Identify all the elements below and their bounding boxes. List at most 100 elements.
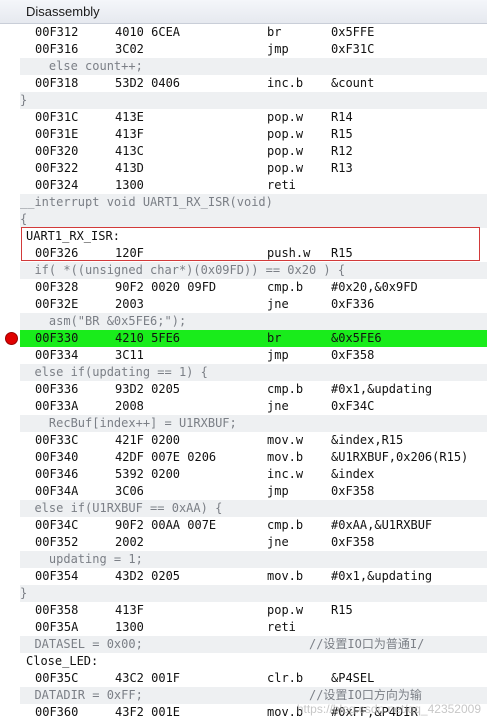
opcode-cell: 2003 <box>115 297 144 311</box>
asm-row[interactable]: 00F35C 43C2 001F clr.b &P4SEL <box>20 670 487 687</box>
opcode-cell: 4210 5FE6 <box>115 331 181 345</box>
mnemonic-cell: pop.w <box>267 144 304 158</box>
asm-row[interactable]: 00F316 3C02 jmp 0xF31C <box>20 41 487 58</box>
source-line-row[interactable]: else if(U1RXBUF == 0xAA) { <box>20 500 487 517</box>
operand-cell: R15 <box>331 603 353 617</box>
opcode-cell: 2002 <box>115 535 144 549</box>
operand-cell: #0x20,&0x9FD <box>331 280 418 294</box>
asm-row[interactable]: 00F322 413D pop.w R13 <box>20 160 487 177</box>
asm-row[interactable]: 00F320 413C pop.w R12 <box>20 143 487 160</box>
mnemonic-cell: reti <box>267 178 296 192</box>
asm-row[interactable]: 00F340 42DF 007E 0206 mov.b &U1RXBUF,0x206(… <box>20 449 487 466</box>
asm-row[interactable]: 00F31C 413E pop.w R14 <box>20 109 487 126</box>
operand-cell: R15 <box>331 127 353 141</box>
current-instruction-row[interactable]: 00F330 4210 5FE6 br &0x5FE6 <box>20 330 487 347</box>
asm-row[interactable]: 00F358 413F pop.w R15 <box>20 602 487 619</box>
mnemonic-cell: clr.b <box>267 671 304 685</box>
address-cell: 00F320 <box>35 144 79 158</box>
asm-row[interactable]: 00F318 53D2 0406 inc.b &count <box>20 75 487 92</box>
operand-cell: &index,R15 <box>331 433 404 447</box>
source-line-row[interactable]: } <box>20 585 487 602</box>
mnemonic-cell: pop.w <box>267 161 304 175</box>
label-row[interactable]: Close_LED: <box>20 653 487 670</box>
asm-row[interactable]: 00F346 5392 0200 inc.w &index <box>20 466 487 483</box>
address-cell: 00F360 <box>35 705 79 719</box>
source-text: } <box>20 586 28 600</box>
breakpoint-icon[interactable] <box>5 332 18 345</box>
mnemonic-cell: pop.w <box>267 603 304 617</box>
source-line-row[interactable]: if( *((unsigned char*)(0x09FD)) == 0x20 … <box>20 262 487 279</box>
asm-row[interactable]: 00F32E 2003 jne 0xF336 <box>20 296 487 313</box>
asm-row[interactable]: 00F35A 1300 reti <box>20 619 487 636</box>
source-text: DATASEL = 0x00; //设置IO口为普通I/ <box>20 637 425 651</box>
address-cell: 00F316 <box>35 42 79 56</box>
address-cell: 00F33C <box>35 433 79 447</box>
opcode-cell: 3C11 <box>115 348 144 362</box>
source-line-row[interactable]: asm("BR &0x5FE6;"); <box>20 313 487 330</box>
source-line-row[interactable]: updating = 1; <box>20 551 487 568</box>
asm-row[interactable]: 00F336 93D2 0205 cmp.b #0x1,&updating <box>20 381 487 398</box>
mnemonic-cell: push.w <box>267 246 311 260</box>
breakpoint-gutter[interactable] <box>0 24 20 724</box>
address-cell: 00F346 <box>35 467 79 481</box>
asm-row[interactable]: 00F354 43D2 0205 mov.b #0x1,&updating <box>20 568 487 585</box>
mnemonic-cell: br <box>267 25 282 39</box>
watermark: https://blog.csdn.net/qq_42352009 <box>296 702 481 716</box>
address-cell: 00F312 <box>35 25 79 39</box>
operand-cell: 0xF31C <box>331 42 375 56</box>
opcode-cell: 3C06 <box>115 484 144 498</box>
operand-cell: 0xF358 <box>331 348 375 362</box>
asm-row[interactable]: 00F33A 2008 jne 0xF34C <box>20 398 487 415</box>
opcode-cell: 53D2 0406 <box>115 76 181 90</box>
asm-row[interactable]: 00F34C 90F2 00AA 007E cmp.b #0xAA,&U1RXBUF <box>20 517 487 534</box>
mnemonic-cell: cmp.b <box>267 518 304 532</box>
opcode-cell: 2008 <box>115 399 144 413</box>
opcode-cell: 120F <box>115 246 144 260</box>
operand-cell: 0x5FFE <box>331 25 375 39</box>
opcode-cell: 90F2 00AA 007E <box>115 518 217 532</box>
address-cell: 00F33A <box>35 399 79 413</box>
asm-row[interactable]: 00F312 4010 6CEA br 0x5FFE <box>20 24 487 41</box>
opcode-cell: 413D <box>115 161 144 175</box>
address-cell: 00F31E <box>35 127 79 141</box>
source-line-row[interactable]: { <box>20 211 487 228</box>
mnemonic-cell: pop.w <box>267 127 304 141</box>
operand-cell: &U1RXBUF,0x206(R15) <box>331 450 469 464</box>
asm-row[interactable]: 00F352 2002 jne 0xF358 <box>20 534 487 551</box>
source-line-row[interactable]: } <box>20 92 487 109</box>
asm-row[interactable]: 00F31E 413F pop.w R15 <box>20 126 487 143</box>
operand-cell: R12 <box>331 144 353 158</box>
source-text: else if(U1RXBUF == 0xAA) { <box>20 501 223 515</box>
opcode-cell: 1300 <box>115 620 144 634</box>
asm-row[interactable]: 00F34A 3C06 jmp 0xF358 <box>20 483 487 500</box>
address-cell: 00F352 <box>35 535 79 549</box>
address-cell: 00F34A <box>35 484 79 498</box>
opcode-cell: 4010 6CEA <box>115 25 181 39</box>
mnemonic-cell: cmp.b <box>267 382 304 396</box>
asm-row[interactable]: 00F328 90F2 0020 09FD cmp.b #0x20,&0x9FD <box>20 279 487 296</box>
mnemonic-cell: pop.w <box>267 110 304 124</box>
asm-row[interactable]: 00F324 1300 reti <box>20 177 487 194</box>
mnemonic-cell: jmp <box>267 484 289 498</box>
source-line-row[interactable]: else if(updating == 1) { <box>20 364 487 381</box>
address-cell: 00F336 <box>35 382 79 396</box>
source-line-row[interactable]: RecBuf[index++] = U1RXBUF; <box>20 415 487 432</box>
address-cell: 00F35C <box>35 671 79 685</box>
mnemonic-cell: reti <box>267 620 296 634</box>
asm-row[interactable]: 00F326 120F push.w R15 <box>20 245 487 262</box>
asm-row[interactable]: 00F334 3C11 jmp 0xF358 <box>20 347 487 364</box>
source-text: else count++; <box>20 59 143 73</box>
asm-row[interactable]: 00F33C 421F 0200 mov.w &index,R15 <box>20 432 487 449</box>
address-cell: 00F34C <box>35 518 79 532</box>
operand-cell: 0xF358 <box>331 535 375 549</box>
mnemonic-cell: br <box>267 331 282 345</box>
source-line-row[interactable]: else count++; <box>20 58 487 75</box>
opcode-cell: 90F2 0020 09FD <box>115 280 217 294</box>
address-cell: 00F322 <box>35 161 79 175</box>
operand-cell: R15 <box>331 246 353 260</box>
mnemonic-cell: mov.b <box>267 450 304 464</box>
label-row[interactable]: UART1_RX_ISR: <box>20 228 487 245</box>
source-line-row[interactable]: DATASEL = 0x00; //设置IO口为普通I/ <box>20 636 487 653</box>
address-cell: 00F324 <box>35 178 79 192</box>
source-line-row[interactable]: __interrupt void UART1_RX_ISR(void) <box>20 194 487 211</box>
